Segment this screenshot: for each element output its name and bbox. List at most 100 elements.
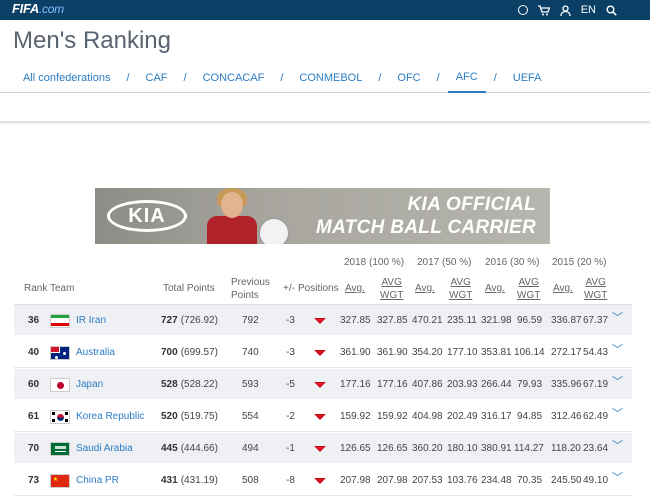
language-selector[interactable]: EN	[581, 4, 596, 16]
kia-banner-ad[interactable]: KIA KIA OFFICIAL MATCH BALL CARRIER	[95, 188, 550, 244]
previous-points: 593	[242, 379, 259, 390]
china-flag-icon	[50, 465, 70, 496]
banner-photo	[207, 188, 297, 244]
wgt-2015: 67.37	[583, 315, 609, 326]
header-2017-avg[interactable]: Avg.	[415, 282, 435, 295]
wgt-2015: 54.43	[583, 347, 609, 358]
total-points: 520 (519.75)	[161, 411, 218, 422]
rank-value: 70	[28, 443, 40, 454]
tab-caf[interactable]: CAF	[138, 63, 176, 93]
menu-icon[interactable]	[627, 5, 640, 15]
down-arrow-icon	[314, 465, 326, 496]
header-2017-avg-wgt[interactable]: AVG WGT	[449, 276, 472, 302]
tab-all-confederations[interactable]: All confederations	[15, 63, 118, 93]
avg-2016: 321.98	[481, 315, 512, 326]
kia-logo: KIA	[107, 200, 187, 232]
position-change: -8	[286, 475, 295, 486]
top-bar: FIFA.com EN	[0, 0, 650, 20]
down-arrow-icon	[314, 433, 326, 464]
header-2016-avg-wgt[interactable]: AVG WGT	[517, 276, 540, 302]
header-2018-avg-wgt[interactable]: AVG WGT	[380, 276, 403, 302]
confederation-nav: All confederations / CAF / CONCACAF / CONME…	[0, 63, 650, 93]
expand-icon[interactable]: ﹀	[612, 365, 623, 396]
team-link[interactable]: Korea Republic	[76, 401, 144, 432]
wgt-2017: 235.11	[447, 315, 477, 326]
previous-points: 792	[242, 315, 259, 326]
cart-icon[interactable]	[537, 4, 550, 16]
expand-icon[interactable]: ﹀	[612, 301, 623, 332]
avg-2015: 312.46	[551, 411, 582, 422]
wgt-2015: 23.64	[583, 443, 609, 454]
total-points: 431 (431.19)	[161, 475, 218, 486]
down-arrow-icon	[314, 337, 326, 368]
header-positions[interactable]: Positions	[298, 282, 339, 295]
tab-uefa[interactable]: UEFA	[505, 63, 550, 93]
header-previous-points[interactable]: Previous Points	[231, 276, 270, 302]
total-points: 700 (699.57)	[161, 347, 218, 358]
page-title: Men's Ranking	[13, 27, 171, 54]
avg-2018: 361.90	[340, 347, 371, 358]
table-row[interactable]: 70 Saudi Arabia 445 (444.66) 494 -1 126.6…	[14, 433, 632, 464]
previous-points: 494	[242, 443, 259, 454]
expand-icon[interactable]: ﹀	[612, 429, 623, 460]
rank-value: 36	[28, 315, 40, 326]
avg-2016: 380.91	[481, 443, 512, 454]
fifa-logo[interactable]: FIFA.com	[12, 1, 64, 16]
table-row[interactable]: 40 Australia 700 (699.57) 740 -3 361.90 3…	[14, 337, 632, 368]
header-2015-avg-wgt[interactable]: AVG WGT	[584, 276, 607, 302]
avg-2015: 245.50	[551, 475, 582, 486]
avg-2015: 118.20	[551, 443, 581, 454]
wgt-2018: 126.65	[377, 443, 408, 454]
total-points: 528 (528.22)	[161, 379, 218, 390]
rank-value: 40	[28, 347, 40, 358]
user-icon[interactable]	[560, 4, 571, 16]
team-link[interactable]: China PR	[76, 465, 119, 496]
avg-2015: 335.96	[551, 379, 582, 390]
wgt-2016: 70.35	[517, 475, 543, 486]
wgt-2016: 96.59	[517, 315, 543, 326]
tab-afc[interactable]: AFC	[447, 63, 486, 93]
avg-2017: 354.20	[412, 347, 443, 358]
tab-ofc[interactable]: OFC	[389, 63, 428, 93]
rank-value: 60	[28, 379, 40, 390]
wgt-2018: 177.16	[377, 379, 408, 390]
table-row[interactable]: 60 Japan 528 (528.22) 593 -5 177.16 177.1…	[14, 369, 632, 400]
table-row[interactable]: 73 China PR 431 (431.19) 508 -8 207.98 20…	[14, 465, 632, 496]
wgt-2018: 361.90	[377, 347, 408, 358]
position-change: -3	[286, 347, 295, 358]
header-total-points[interactable]: Total Points	[163, 282, 215, 295]
header-change[interactable]: +/-	[283, 282, 295, 295]
football-icon[interactable]	[517, 5, 528, 15]
expand-icon[interactable]: ﹀	[612, 461, 623, 492]
team-link[interactable]: Saudi Arabia	[76, 433, 133, 464]
table-row[interactable]: 61 Korea Republic 520 (519.75) 554 -2 159…	[14, 401, 632, 432]
wgt-2018: 207.98	[377, 475, 408, 486]
search-icon[interactable]	[606, 5, 617, 16]
wgt-2016: 94.85	[517, 411, 543, 422]
table-row[interactable]: 36 IR Iran 727 (726.92) 792 -3 327.85 327…	[14, 305, 632, 336]
header-team[interactable]: Team	[50, 282, 74, 295]
header-2018-avg[interactable]: Avg.	[345, 282, 365, 295]
team-link[interactable]: IR Iran	[76, 305, 106, 336]
header-2016-avg[interactable]: Avg.	[485, 282, 505, 295]
wgt-2017: 203.93	[447, 379, 478, 390]
banner-text: KIA OFFICIAL MATCH BALL CARRIER	[315, 194, 536, 238]
wgt-2017: 202.49	[447, 411, 478, 422]
header-rank[interactable]: Rank	[24, 282, 47, 295]
wgt-2015: 49.10	[583, 475, 609, 486]
down-arrow-icon	[314, 401, 326, 432]
avg-2017: 470.21	[412, 315, 443, 326]
team-link[interactable]: Australia	[76, 337, 115, 368]
team-link[interactable]: Japan	[76, 369, 103, 400]
previous-points: 740	[242, 347, 259, 358]
expand-icon[interactable]: ﹀	[612, 333, 623, 364]
avg-2018: 207.98	[340, 475, 371, 486]
korea-flag-icon	[50, 401, 70, 432]
expand-icon[interactable]: ﹀	[612, 397, 623, 428]
tab-concacaf[interactable]: CONCACAF	[195, 63, 273, 93]
header-2015-avg[interactable]: Avg.	[553, 282, 573, 295]
position-change: -5	[286, 379, 295, 390]
tab-conmebol[interactable]: CONMEBOL	[291, 63, 370, 93]
avg-2017: 404.98	[412, 411, 443, 422]
total-points: 727 (726.92)	[161, 315, 218, 326]
